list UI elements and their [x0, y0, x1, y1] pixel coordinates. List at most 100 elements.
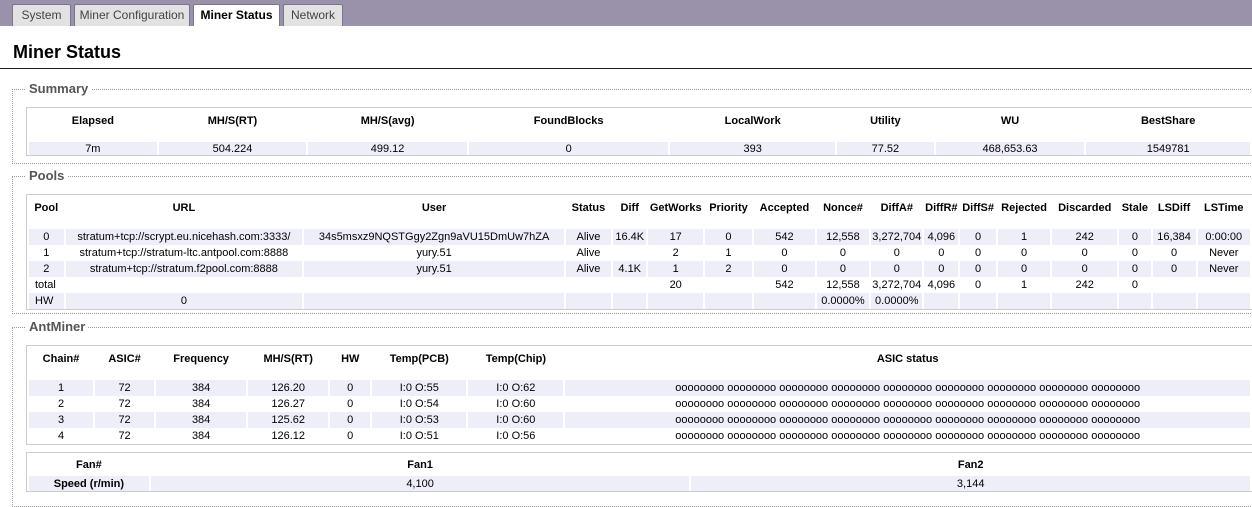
antminer-header-cell: HW: [341, 353, 360, 365]
pool-cell: 0: [1119, 277, 1151, 293]
antminer-header-cell: ASIC status: [876, 353, 939, 365]
pool-cell: Alive: [565, 229, 611, 245]
pool-cell: 0: [960, 261, 996, 277]
pool-cell: 3,272,704: [871, 229, 923, 245]
pool-cell: [565, 293, 611, 309]
summary-header-cell: WU: [1000, 115, 1020, 127]
pool-cell: [612, 293, 647, 309]
pool-cell: 0: [997, 261, 1051, 277]
pool-row: 2 stratum+tcp://stratum.f2pool.com:8888 yu…: [29, 261, 1250, 277]
summary-header-cell: FoundBlocks: [533, 115, 604, 127]
pool-cell: 20: [648, 277, 703, 293]
pool-cell: 17: [648, 229, 703, 245]
pool-cell: 0: [1052, 245, 1118, 261]
pool-cell: yury.51: [304, 261, 564, 277]
pool-cell: stratum+tcp://stratum-ltc.antpool.com:88…: [65, 245, 303, 261]
chain-row: 4 72 384 126.12 0 I:0 O:51 I:0 O:56 oooooooo oo…: [29, 428, 1250, 444]
chain-cell: oooooooo oooooooo oooooooo oooooooo oooo…: [565, 412, 1250, 428]
pools-header-cell: User: [421, 202, 447, 214]
pool-cell: [754, 293, 815, 309]
pool-cell: total: [29, 277, 64, 293]
summary-value-cell: 1549781: [1086, 142, 1250, 155]
summary-header-cell: MH/S(avg): [360, 115, 415, 127]
pool-cell: 0: [960, 277, 996, 293]
pool-cell: Never: [1197, 261, 1250, 277]
pool-cell: 16,384: [1152, 229, 1196, 245]
pool-cell: 4,096: [924, 277, 959, 293]
pools-header-row: Pool URL User Status Diff GetWorks Priority Acc…: [29, 195, 1250, 221]
pool-cell: [704, 293, 753, 309]
summary-header-cell: Elapsed: [71, 115, 114, 127]
pool-cell: 0: [1119, 229, 1151, 245]
fan-header-cell: Fan1: [407, 458, 433, 471]
chain-cell: oooooooo oooooooo oooooooo oooooooo oooo…: [565, 396, 1250, 412]
tab-miner-configuration[interactable]: Miner Configuration: [74, 4, 190, 26]
pool-cell: 242: [1052, 229, 1118, 245]
summary-value-cell: 499.12: [308, 142, 467, 155]
pool-cell: stratum+tcp://scrypt.eu.nicehash.com:333…: [65, 229, 303, 245]
chain-cell: 384: [156, 412, 247, 428]
pool-cell: [704, 277, 753, 293]
pool-cell: 0: [1152, 261, 1196, 277]
antminer-header-cell: ASIC#: [108, 353, 141, 365]
pool-cell: 3,272,704: [871, 277, 923, 293]
tab-miner-status[interactable]: Miner Status: [193, 4, 280, 27]
chain-cell: I:0 O:54: [372, 396, 467, 412]
summary-legend: Summary: [26, 81, 92, 96]
antminer-header-cell: Chain#: [42, 353, 80, 365]
fan-header-cell: Fan2: [957, 458, 984, 471]
tab-network[interactable]: Network: [283, 4, 343, 26]
pool-cell: 1: [29, 245, 64, 261]
chain-cell: 126.27: [248, 396, 329, 412]
pool-cell: 0: [1119, 261, 1151, 277]
pools-legend: Pools: [26, 168, 68, 183]
pool-cell: 0: [754, 245, 815, 261]
antminer-header-cell: MH/S(RT): [263, 353, 313, 365]
pool-cell: [1152, 277, 1196, 293]
pool-row: HW 0 0.0000% 0.0000%: [29, 293, 1250, 309]
pool-cell: 0:00:00: [1197, 229, 1250, 245]
chain-cell: I:0 O:56: [468, 428, 564, 444]
pool-cell: 0: [997, 245, 1051, 261]
pools-header-cell: Nonce#: [823, 202, 863, 214]
pool-cell: 0: [704, 229, 753, 245]
summary-value-cell: 468,653.63: [935, 142, 1085, 155]
fan-header-cell: Fan#: [76, 458, 102, 471]
pools-header-cell: GetWorks: [649, 202, 702, 214]
pool-cell: yury.51: [304, 245, 564, 261]
pool-cell: [1197, 293, 1250, 309]
antminer-header-cell: Temp(PCB): [389, 353, 449, 365]
pool-cell: [565, 277, 611, 293]
pool-cell: 0: [871, 245, 923, 261]
pool-cell: Never: [1197, 245, 1250, 261]
chain-cell: 384: [156, 396, 247, 412]
tab-system[interactable]: System: [12, 4, 71, 26]
pool-cell: [304, 293, 564, 309]
pool-cell: 0: [871, 261, 923, 277]
chain-cell: 125.62: [248, 412, 329, 428]
chain-cell: I:0 O:62: [468, 380, 564, 396]
pool-cell: 2: [29, 261, 64, 277]
chain-cell: I:0 O:53: [372, 412, 467, 428]
chain-cell: I:0 O:60: [468, 412, 564, 428]
pool-cell: 34s5msxz9NQSTGgy2Zgn9aVU15DmUw7hZA: [304, 229, 564, 245]
summary-header-cell: BestShare: [1140, 115, 1196, 127]
summary-header-cell: LocalWork: [724, 115, 781, 127]
summary-data-row: 7m 504.224 499.12 0 393 77.52 468,653.63 154978…: [29, 142, 1250, 155]
chain-cell: 384: [156, 428, 247, 444]
chain-row: 2 72 384 126.27 0 I:0 O:54 I:0 O:60 oooooooo oo…: [29, 396, 1250, 412]
pools-header-cell: Pool: [34, 202, 59, 214]
summary-header-cell: MH/S(RT): [207, 115, 258, 127]
pools-table: Pool URL User Status Diff GetWorks Priority Acc…: [26, 194, 1252, 310]
chain-cell: 72: [95, 412, 155, 428]
chain-cell: 72: [95, 428, 155, 444]
fan-speed-row: Speed (r/min) 4,100 3,144: [29, 476, 1250, 491]
pools-header-cell: DiffA#: [880, 202, 913, 214]
pools-header-cell: LSTime: [1203, 202, 1244, 214]
antminer-header-cell: Frequency: [173, 353, 229, 365]
pool-row: 1 stratum+tcp://stratum-ltc.antpool.com:8…: [29, 245, 1250, 261]
pools-header-cell: Status: [571, 202, 606, 214]
pools-header-cell: Priority: [709, 202, 748, 214]
chain-cell: I:0 O:51: [372, 428, 467, 444]
tab-bar: System Miner Configuration Miner Status …: [0, 0, 1252, 27]
